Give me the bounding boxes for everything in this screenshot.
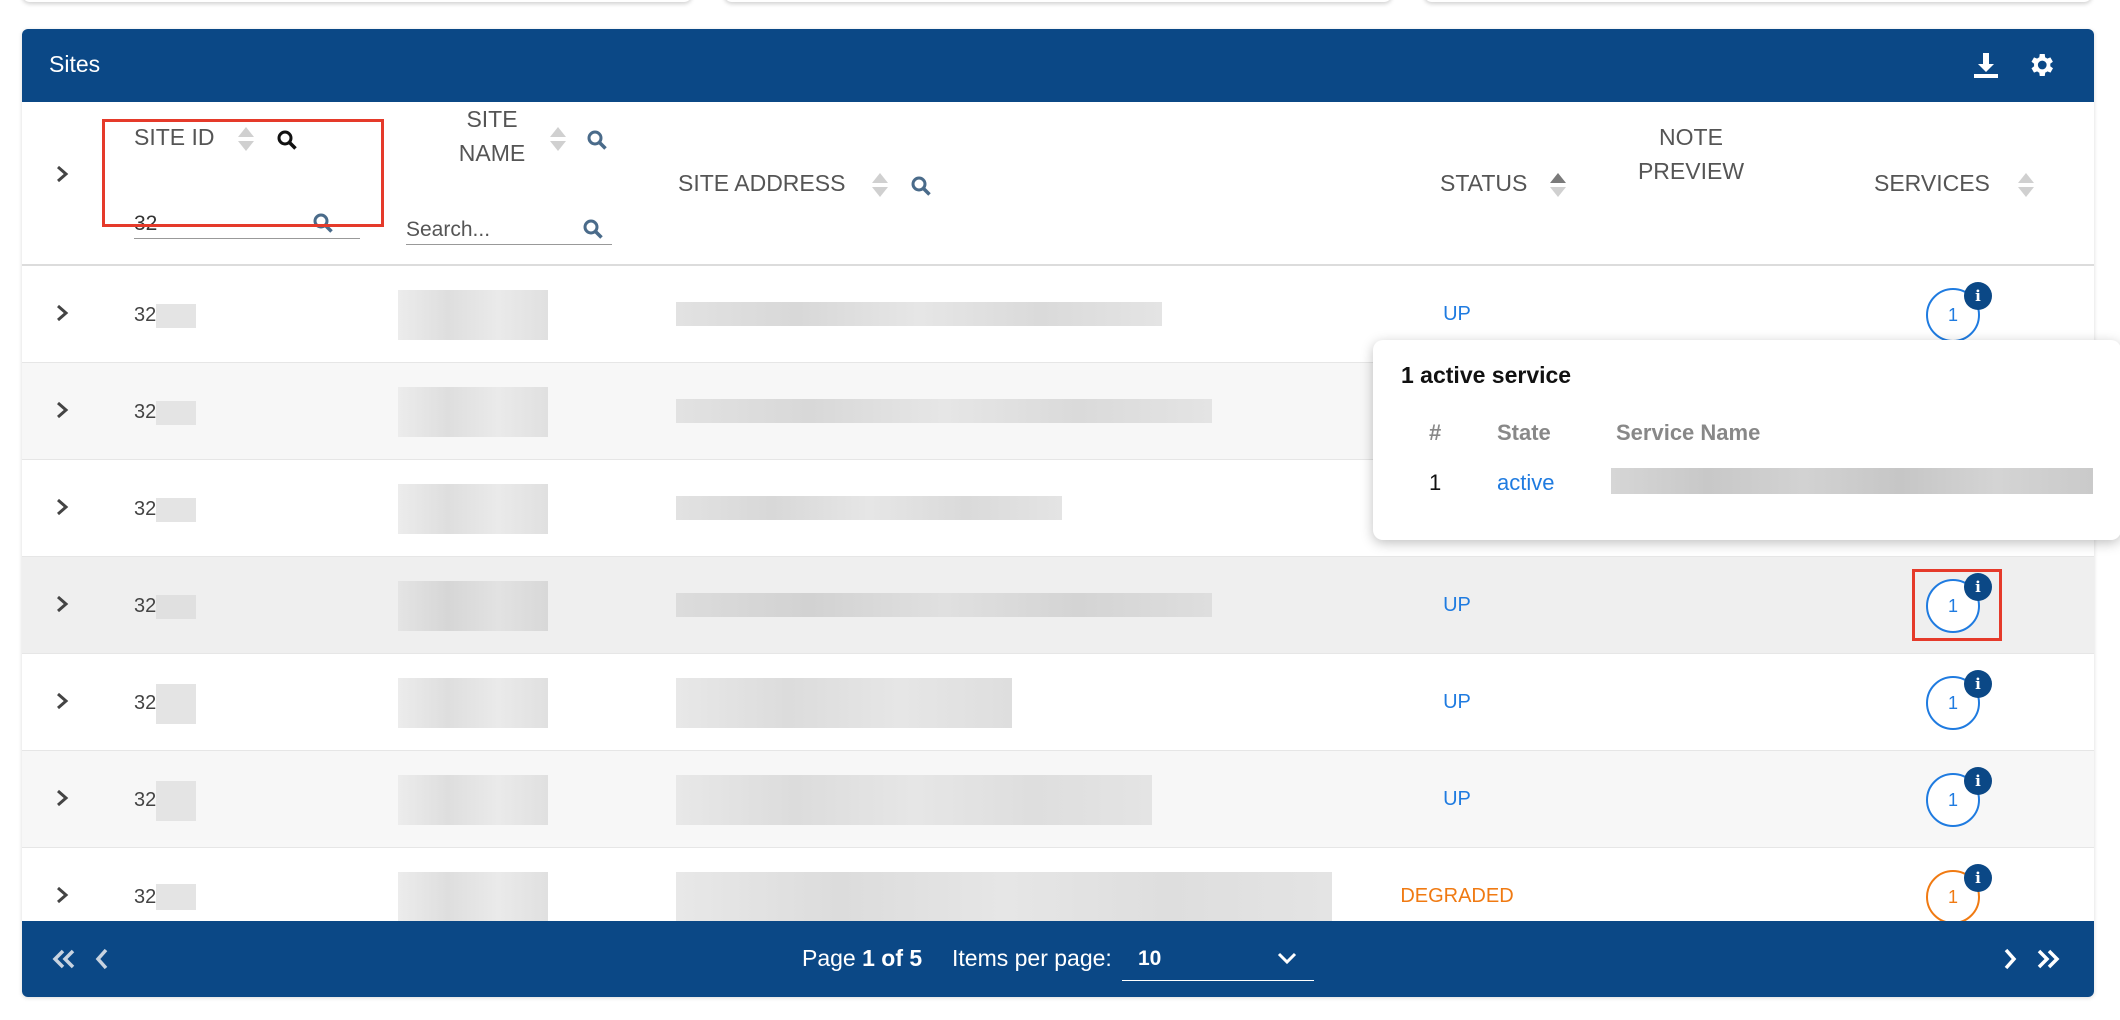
table-row[interactable]: 32 UP 1 i — [22, 654, 2094, 751]
status-badge: DEGRADED — [1400, 885, 1514, 907]
next-page-icon[interactable] — [1994, 943, 2026, 975]
info-icon[interactable]: i — [1964, 767, 1992, 795]
expand-row-chevron-icon[interactable] — [52, 594, 72, 614]
panel-header: Sites — [22, 29, 2094, 102]
items-per-page-select[interactable]: 10 — [1122, 935, 1314, 981]
expand-row-chevron-icon[interactable] — [52, 788, 72, 808]
sort-icon[interactable] — [2016, 172, 2034, 200]
site-id-cell: 32 — [134, 789, 157, 811]
redacted-text — [398, 387, 548, 437]
site-id-cell: 32 — [134, 498, 157, 520]
col-note-preview: NOTE PREVIEW — [1637, 124, 1745, 184]
redacted-text — [156, 884, 196, 910]
redacted-text — [676, 775, 1152, 825]
items-per-page-label: Items per page: — [952, 945, 1112, 971]
redacted-text — [156, 401, 196, 425]
col-services[interactable]: SERVICES — [1874, 166, 1990, 200]
col-site-address[interactable]: SITE ADDRESS — [678, 166, 845, 200]
popover-row-state: active — [1497, 470, 1555, 495]
download-icon[interactable] — [1970, 49, 2002, 81]
info-icon[interactable]: i — [1964, 864, 1992, 892]
redacted-text — [156, 595, 196, 619]
redacted-text — [676, 496, 1062, 520]
status-badge: UP — [1443, 594, 1471, 616]
status-badge: UP — [1443, 303, 1471, 325]
table-row[interactable]: 32 UP 1 i — [22, 557, 2094, 654]
info-icon[interactable]: i — [1964, 670, 1992, 698]
highlight-services-badge — [1912, 569, 2002, 641]
expand-row-chevron-icon[interactable] — [52, 691, 72, 711]
highlight-site-id-filter — [102, 119, 384, 227]
redacted-text — [398, 484, 548, 534]
redacted-text — [156, 781, 196, 821]
expand-all-chevron-icon[interactable] — [52, 164, 72, 184]
col-site-name[interactable]: SITE NAME — [442, 102, 542, 170]
search-icon[interactable] — [586, 129, 608, 151]
table-header: SITE ID SITE NAME SITE ADDRESS STATUS NO… — [22, 102, 2094, 266]
status-badge: UP — [1443, 788, 1471, 810]
first-page-icon[interactable] — [48, 943, 80, 975]
redacted-text — [398, 581, 548, 631]
search-icon[interactable] — [910, 175, 932, 197]
pagination-bar: Page 1 of 5 Items per page: 10 — [22, 921, 2094, 997]
top-cards — [0, 0, 2120, 10]
services-popover: 1 active service # State Service Name 1 … — [1373, 340, 2120, 540]
gear-icon[interactable] — [2025, 49, 2057, 81]
summary-card — [724, 0, 1392, 2]
popover-col-service-name: Service Name — [1616, 420, 1761, 445]
redacted-text — [156, 498, 196, 522]
redacted-text — [676, 302, 1162, 326]
site-id-cell: 32 — [134, 886, 157, 908]
previous-page-icon[interactable] — [86, 943, 118, 975]
redacted-text — [676, 872, 1332, 922]
expand-row-chevron-icon[interactable] — [52, 885, 72, 905]
popover-row-num: 1 — [1429, 470, 1442, 495]
redacted-text — [398, 872, 548, 922]
redacted-text — [1611, 468, 2093, 494]
site-id-cell: 32 — [134, 401, 157, 423]
summary-card — [22, 0, 692, 2]
popover-title: 1 active service — [1401, 362, 1572, 388]
panel-title: Sites — [49, 51, 101, 77]
redacted-text — [398, 775, 548, 825]
sort-icon[interactable] — [870, 172, 888, 200]
info-icon[interactable]: i — [1964, 282, 1992, 310]
redacted-text — [398, 678, 548, 728]
search-icon[interactable] — [582, 218, 604, 240]
expand-row-chevron-icon[interactable] — [52, 303, 72, 323]
table-row[interactable]: 32 UP 1 i — [22, 751, 2094, 848]
chevron-down-icon — [1277, 952, 1297, 965]
items-per-page-value: 10 — [1138, 947, 1162, 970]
site-id-cell: 32 — [134, 692, 157, 714]
col-status[interactable]: STATUS — [1440, 166, 1527, 200]
redacted-text — [676, 593, 1212, 617]
redacted-text — [676, 399, 1212, 423]
status-badge: UP — [1443, 691, 1471, 713]
popover-col-state: State — [1497, 420, 1551, 445]
popover-col-num: # — [1429, 420, 1442, 445]
site-id-cell: 32 — [134, 304, 157, 326]
redacted-text — [398, 290, 548, 340]
site-id-cell: 32 — [134, 595, 157, 617]
sort-asc-icon[interactable] — [1548, 172, 1566, 200]
page-indicator: Page 1 of 5 — [802, 945, 923, 971]
redacted-text — [676, 678, 1012, 728]
expand-row-chevron-icon[interactable] — [52, 497, 72, 517]
last-page-icon[interactable] — [2032, 943, 2064, 975]
redacted-text — [156, 304, 196, 328]
redacted-text — [156, 684, 196, 724]
summary-card — [1424, 0, 2092, 2]
expand-row-chevron-icon[interactable] — [52, 400, 72, 420]
sort-icon[interactable] — [548, 126, 566, 154]
